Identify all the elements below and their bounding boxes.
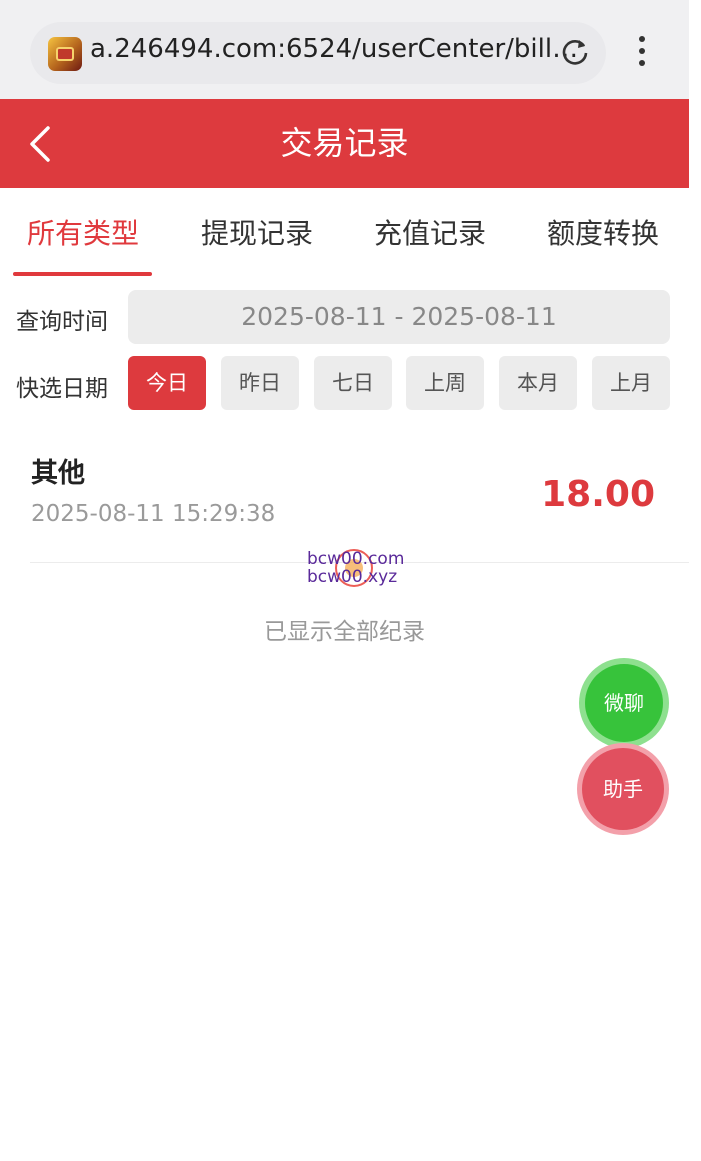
site-favicon-icon bbox=[48, 37, 82, 71]
reload-icon[interactable] bbox=[560, 36, 590, 66]
quick-date-last-week[interactable]: 上周 bbox=[406, 356, 484, 410]
page-title: 交易记录 bbox=[280, 124, 409, 162]
quick-date-today[interactable]: 今日 bbox=[128, 356, 206, 410]
tab-all-types[interactable]: 所有类型 bbox=[27, 212, 139, 252]
assistant-float-button[interactable]: 助手 bbox=[582, 748, 664, 830]
query-time-label: 查询时间 bbox=[16, 309, 108, 335]
record-time: 2025-08-11 15:29:38 bbox=[31, 501, 276, 527]
more-menu-icon[interactable] bbox=[628, 34, 656, 70]
chat-float-button[interactable]: 微聊 bbox=[585, 664, 663, 742]
quick-date-this-month[interactable]: 本月 bbox=[499, 356, 577, 410]
date-range-field[interactable]: 2025-08-11 - 2025-08-11 bbox=[128, 290, 670, 344]
tab-deposit-records[interactable]: 充值记录 bbox=[374, 212, 486, 252]
end-of-list-text: 已显示全部纪录 bbox=[264, 619, 425, 645]
back-arrow-icon[interactable] bbox=[26, 124, 56, 164]
active-tab-indicator bbox=[13, 272, 152, 276]
url-text[interactable]: a.246494.com:6524/userCenter/bill… bbox=[90, 34, 578, 64]
quick-select-label: 快选日期 bbox=[16, 376, 108, 402]
watermark-text: bcw00.com bcw00.xyz bbox=[307, 550, 404, 586]
watermark-line-1: bcw00.com bbox=[307, 549, 405, 569]
tab-credit-transfer[interactable]: 额度转换 bbox=[547, 212, 659, 252]
quick-date-last-month[interactable]: 上月 bbox=[592, 356, 670, 410]
quick-date-yesterday[interactable]: 昨日 bbox=[221, 356, 299, 410]
watermark-line-2: bcw00.xyz bbox=[307, 567, 398, 587]
quick-date-seven-days[interactable]: 七日 bbox=[314, 356, 392, 410]
tab-withdraw-records[interactable]: 提现记录 bbox=[201, 212, 313, 252]
record-type: 其他 bbox=[31, 458, 85, 489]
record-amount: 18.00 bbox=[541, 474, 655, 515]
